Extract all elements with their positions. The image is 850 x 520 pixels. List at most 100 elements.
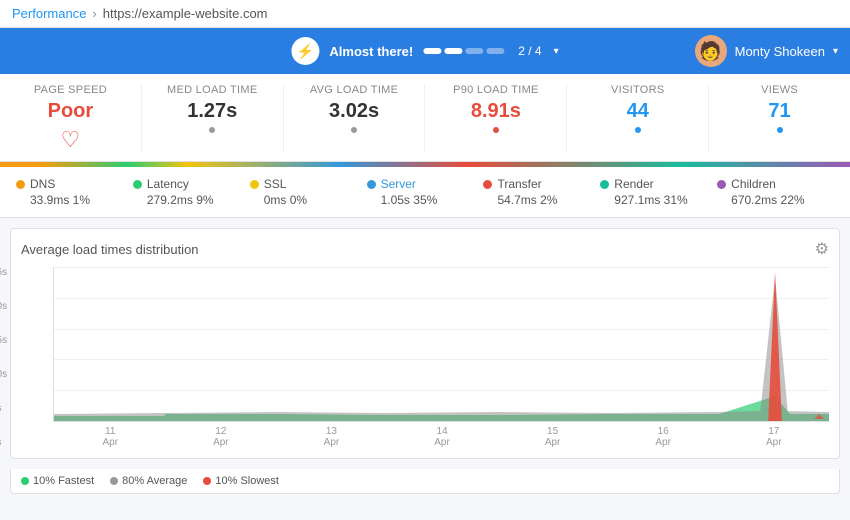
metric-avg-load: Avg Load Time 3.02s bbox=[284, 84, 426, 153]
y-label: 15s bbox=[0, 335, 7, 346]
user-dropdown-arrow[interactable]: ▾ bbox=[833, 46, 838, 57]
avatar: 🧑 bbox=[695, 35, 727, 67]
metric-dot-2 bbox=[351, 127, 357, 133]
legend-dot bbox=[203, 477, 211, 485]
chart-section: Average load times distribution ⚙ 25s20s… bbox=[10, 228, 840, 459]
dns-item-server: Server 1.05s 35% bbox=[367, 177, 484, 207]
metrics-row: Page Speed Poor ♡ Med Load Time 1.27s Av… bbox=[0, 74, 850, 162]
breadcrumb: Performance › https://example-website.co… bbox=[0, 0, 850, 28]
metric-label-5: Views bbox=[717, 84, 842, 96]
step-3 bbox=[465, 48, 483, 54]
x-label-13: 13Apr bbox=[276, 426, 387, 448]
metric-label-2: Avg Load Time bbox=[292, 84, 417, 96]
x-label-16: 16Apr bbox=[608, 426, 719, 448]
dns-values-render: 927.1ms 31% bbox=[600, 193, 717, 207]
dns-color-dot-latency bbox=[133, 180, 142, 189]
dns-values-children: 670.2ms 22% bbox=[717, 193, 834, 207]
header-bar: ⚡ Almost there! 2 / 4 ▾ 🧑 Monty Shokeen … bbox=[0, 28, 850, 74]
user-name: Monty Shokeen bbox=[735, 44, 825, 59]
legend-label: 80% Average bbox=[122, 475, 187, 487]
dns-color-dot-render bbox=[600, 180, 609, 189]
dns-values-server: 1.05s 35% bbox=[367, 193, 484, 207]
dns-item-transfer: Transfer 54.7ms 2% bbox=[483, 177, 600, 207]
metric-value-3: 8.91s bbox=[433, 100, 558, 123]
dns-item-children: Children 670.2ms 22% bbox=[717, 177, 834, 207]
metric-dot-4 bbox=[635, 127, 641, 133]
dns-color-dot-dns bbox=[16, 180, 25, 189]
y-label: 0s bbox=[0, 437, 7, 448]
metric-p90-load: p90 Load Time 8.91s bbox=[425, 84, 567, 153]
chart-header: Average load times distribution ⚙ bbox=[21, 239, 829, 259]
dns-item-dns: DNS33.9ms 1% bbox=[16, 177, 133, 207]
metric-dot-1 bbox=[209, 127, 215, 133]
dns-label-render: Render bbox=[614, 177, 653, 191]
metric-med-load: Med Load Time 1.27s bbox=[142, 84, 284, 153]
dns-item-latency: Latency 279.2ms 9% bbox=[133, 177, 250, 207]
dns-label-ssl: SSL bbox=[264, 177, 287, 191]
metric-dot-5 bbox=[777, 127, 783, 133]
x-label-14: 14Apr bbox=[387, 426, 498, 448]
metric-dot-3 bbox=[493, 127, 499, 133]
step-2 bbox=[444, 48, 462, 54]
x-label-15: 15Apr bbox=[497, 426, 608, 448]
dns-values-ssl: 0ms 0% bbox=[250, 193, 367, 207]
y-label: 25s bbox=[0, 267, 7, 278]
user-area[interactable]: 🧑 Monty Shokeen ▾ bbox=[695, 35, 838, 67]
legend-item: 10% Fastest bbox=[21, 475, 94, 487]
legend-dot bbox=[21, 477, 29, 485]
legend-item: 10% Slowest bbox=[203, 475, 279, 487]
legend-item: 80% Average bbox=[110, 475, 187, 487]
metric-label-3: p90 Load Time bbox=[433, 84, 558, 96]
metric-value-0: Poor bbox=[8, 100, 133, 123]
metric-views: Views 71 bbox=[709, 84, 850, 153]
dns-item-render: Render 927.1ms 31% bbox=[600, 177, 717, 207]
y-axis-labels: 25s 20s 15s 10s 5s 0s bbox=[0, 267, 7, 448]
x-axis-labels: 11Apr12Apr13Apr14Apr15Apr16Apr17Apr bbox=[55, 422, 829, 448]
legend-dot bbox=[110, 477, 118, 485]
metric-value-1: 1.27s bbox=[150, 100, 275, 123]
step-4 bbox=[486, 48, 504, 54]
chart-svg bbox=[54, 267, 829, 421]
x-label-17: 17Apr bbox=[718, 426, 829, 448]
metric-label-1: Med Load Time bbox=[150, 84, 275, 96]
x-label-12: 12Apr bbox=[166, 426, 277, 448]
legend-label: 10% Slowest bbox=[215, 475, 279, 487]
progress-label: Almost there! bbox=[329, 44, 413, 59]
y-label: 20s bbox=[0, 301, 7, 312]
metric-visitors: Visitors 44 bbox=[567, 84, 709, 153]
dns-values-latency: 279.2ms 9% bbox=[133, 193, 250, 207]
step-1 bbox=[423, 48, 441, 54]
performance-link[interactable]: Performance bbox=[12, 6, 86, 21]
progress-steps bbox=[423, 48, 504, 54]
dns-item-ssl: SSL 0ms 0% bbox=[250, 177, 367, 207]
dns-color-dot-transfer bbox=[483, 180, 492, 189]
metric-label-0: Page Speed bbox=[8, 84, 133, 96]
x-label-11: 11Apr bbox=[55, 426, 166, 448]
gear-icon[interactable]: ⚙ bbox=[815, 239, 829, 259]
dns-label-server: Server bbox=[381, 177, 416, 191]
progress-dropdown-arrow[interactable]: ▾ bbox=[554, 46, 559, 57]
metric-label-4: Visitors bbox=[575, 84, 700, 96]
dns-row: DNS33.9ms 1%Latency279.2ms 9%SSL0ms 0%Se… bbox=[0, 167, 850, 218]
dns-values-transfer: 54.7ms 2% bbox=[483, 193, 600, 207]
metric-value-2: 3.02s bbox=[292, 100, 417, 123]
lightning-icon: ⚡ bbox=[291, 37, 319, 65]
chart-title: Average load times distribution bbox=[21, 242, 199, 257]
heart-icon: ♡ bbox=[8, 127, 133, 153]
legend-label: 10% Fastest bbox=[33, 475, 94, 487]
y-label: 10s bbox=[0, 369, 7, 380]
step-count: 2 / 4 bbox=[518, 44, 541, 58]
chart-area bbox=[53, 267, 829, 422]
dns-label-dns: DNS bbox=[30, 177, 55, 191]
dns-color-dot-children bbox=[717, 180, 726, 189]
metric-value-4: 44 bbox=[575, 100, 700, 123]
progress-area: ⚡ Almost there! 2 / 4 ▾ bbox=[291, 37, 558, 65]
breadcrumb-separator: › bbox=[92, 6, 96, 21]
y-label: 5s bbox=[0, 403, 7, 414]
dns-label-latency: Latency bbox=[147, 177, 189, 191]
dns-label-transfer: Transfer bbox=[497, 177, 541, 191]
dns-label-children: Children bbox=[731, 177, 776, 191]
legend-row: 10% Fastest 80% Average 10% Slowest bbox=[10, 469, 840, 494]
dns-color-dot-server bbox=[367, 180, 376, 189]
metric-value-5: 71 bbox=[717, 100, 842, 123]
